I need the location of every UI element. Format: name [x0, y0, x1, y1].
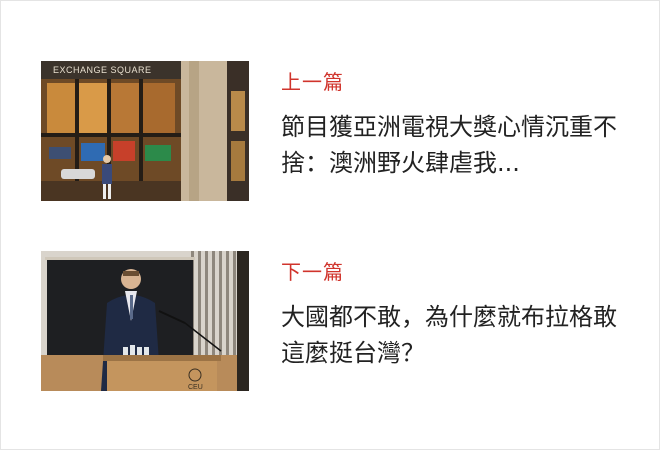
- next-article-thumbnail[interactable]: CEU: [41, 251, 249, 391]
- previous-article-thumbnail[interactable]: EXCHANGE SQUARE: [41, 61, 249, 201]
- previous-article-link[interactable]: EXCHANGE SQUARE 上一篇 節目獲亞洲電視大獎心情沉重不捨：澳洲野火…: [41, 61, 621, 201]
- article-navigation: EXCHANGE SQUARE 上一篇 節目獲亞洲電視大獎心情沉重不捨：澳洲野火…: [0, 0, 660, 450]
- svg-text:CEU: CEU: [188, 384, 203, 391]
- previous-article-title[interactable]: 節目獲亞洲電視大獎心情沉重不捨：澳洲野火肆虐我...: [281, 109, 621, 181]
- next-article-title[interactable]: 大國都不敢，為什麼就布拉格敢這麼挺台灣？: [281, 299, 621, 371]
- next-article-link[interactable]: CEU 下一篇 大國都不敢，為什麼就布拉格敢這麼挺台灣？: [41, 251, 621, 391]
- next-article-label: 下一篇: [281, 260, 344, 284]
- previous-article-text: 上一篇 節目獲亞洲電視大獎心情沉重不捨：澳洲野火肆虐我...: [281, 61, 621, 181]
- previous-article-label: 上一篇: [281, 70, 344, 94]
- svg-text:EXCHANGE SQUARE: EXCHANGE SQUARE: [53, 65, 152, 75]
- speaker-at-podium-photo: CEU: [41, 251, 249, 391]
- next-article-text: 下一篇 大國都不敢，為什麼就布拉格敢這麼挺台灣？: [281, 251, 621, 371]
- exchange-square-photo: EXCHANGE SQUARE: [41, 61, 249, 201]
